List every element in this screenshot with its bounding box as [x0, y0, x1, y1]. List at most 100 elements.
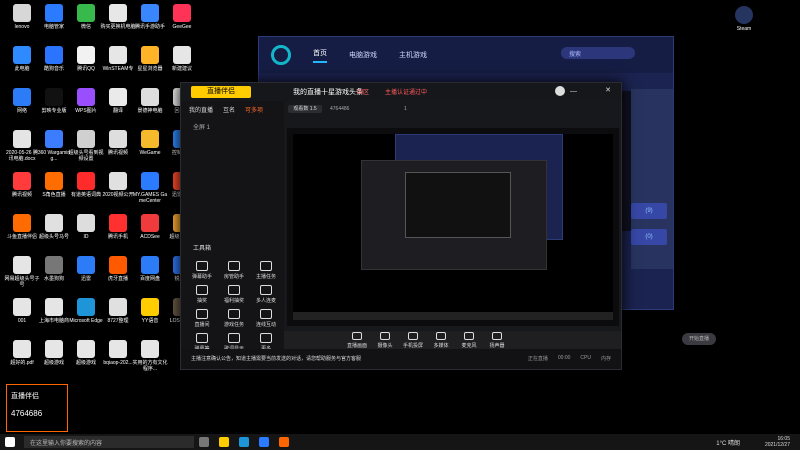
desktop-icon[interactable]: 网易超级头号子号 [4, 256, 40, 288]
desktop-icon[interactable]: 新建建议 [164, 46, 200, 72]
desktop-icon[interactable]: S角色直播 [36, 172, 72, 198]
desktop-icon[interactable]: 2020视频公开 [100, 172, 136, 198]
desktop-icon[interactable]: 虎牙直播 [100, 256, 136, 282]
desktop-icon[interactable]: 腾讯视频 [4, 172, 40, 198]
desktop-icon[interactable]: ACDSee [132, 214, 168, 240]
desktop-icon[interactable]: 微信 [68, 4, 104, 30]
desktop-icon[interactable]: 百度网盘 [132, 256, 168, 282]
tool-item[interactable]: 主播任务 [253, 261, 279, 280]
tab-home[interactable]: 首页 [313, 48, 327, 63]
go-live-button[interactable]: 开始直播 [682, 333, 716, 345]
tool-item[interactable]: 多人连麦 [253, 285, 279, 304]
tool-item[interactable]: 抽奖 [189, 285, 215, 304]
desktop-icon[interactable]: 超级头号马号 [36, 214, 72, 240]
desktop-icon[interactable]: ID [68, 214, 104, 240]
close-icon[interactable]: ✕ [605, 86, 611, 94]
file-explorer-icon[interactable] [219, 437, 229, 447]
control-icon [492, 332, 502, 340]
control-button[interactable]: 扬声器 [484, 332, 510, 349]
tool-icon [260, 261, 272, 271]
desktop-icon[interactable]: 超级游戏 [68, 340, 104, 366]
desktop-icon[interactable]: 360 Wargaming... [36, 130, 72, 162]
tool-item[interactable]: 连线互动 [253, 309, 279, 328]
sidebar-tab-2[interactable]: 可多项 [245, 105, 263, 114]
desktop-icon[interactable]: 星星浏览器 [132, 46, 168, 72]
desktop-icon-label: 虎牙直播 [107, 276, 128, 282]
control-button[interactable]: 摄像头 [372, 332, 398, 349]
side-badge-1[interactable]: (9) [631, 203, 667, 219]
app-icon [45, 130, 63, 148]
control-button[interactable]: 直播画面 [344, 332, 370, 349]
control-button[interactable]: 手机投屏 [400, 332, 426, 349]
tool-item[interactable]: 福利抽奖 [221, 285, 247, 304]
tool-item[interactable]: 直播间 [189, 309, 215, 328]
qq-icon[interactable] [259, 437, 269, 447]
desktop-icon[interactable]: 电脑管家 [36, 4, 72, 30]
tab-pc-games[interactable]: 电脑游戏 [349, 50, 377, 60]
desktop-icon[interactable]: 超好的.pdf [4, 340, 40, 366]
desktop-icon[interactable]: 8727整理 [100, 298, 136, 324]
desktop-icon-label: WinSTEAM专 [102, 66, 134, 72]
desktop-icon[interactable]: 腾讯手游助手 [132, 4, 168, 30]
desktop-icon[interactable]: WinSTEAM专 [100, 46, 136, 72]
sidebar-tab-1[interactable]: 互名 [223, 105, 235, 114]
desktop-icon[interactable]: 斗鱼直播伴侣 [4, 214, 40, 240]
desktop-icon[interactable]: 实用的方有文化程序... [132, 340, 168, 372]
desktop-icon-label: 电脑管家 [43, 24, 64, 30]
desktop-icon[interactable]: MY.GAMES GameCenter [132, 172, 168, 204]
app-icon [141, 130, 159, 148]
desktop-icon-label: Microsoft Edge [69, 318, 103, 324]
weather: 1°C 晴朗 [716, 438, 740, 447]
desktop-icon-label: 星星浏览器 [137, 66, 163, 72]
sidebar-tab-0[interactable]: 我的直播 [189, 105, 213, 114]
edge-icon[interactable] [239, 437, 249, 447]
tool-item[interactable]: 游戏任务 [221, 309, 247, 328]
desktop-icon[interactable]: 001 [4, 298, 40, 324]
desktop-icon[interactable]: 有道英语词典 [68, 172, 104, 198]
desktop-icon[interactable]: 酷狗音乐 [36, 46, 72, 72]
desktop-icon[interactable]: 腾讯手机 [100, 214, 136, 240]
desktop-icon[interactable]: 迅雷 [68, 256, 104, 282]
control-button[interactable]: 麦克风 [456, 332, 482, 349]
desktop-icon[interactable]: 购买更换机电脑 [100, 4, 136, 30]
desktop-icon[interactable]: lenovo [4, 4, 40, 30]
desktop-icon[interactable]: 剪映专业版 [36, 88, 72, 114]
background-window-search[interactable]: 搜索 [561, 47, 635, 59]
desktop-icon[interactable]: WPS图片 [68, 88, 104, 114]
desktop-icon[interactable]: WeGame [132, 130, 168, 156]
tool-item[interactable]: 房管助手 [221, 261, 247, 280]
desktop-icon[interactable]: 水墨狗狗 [36, 256, 72, 282]
streaming-app-icon[interactable] [279, 437, 289, 447]
search-box[interactable]: 在这里输入你要搜索的内容 [24, 436, 194, 448]
tab-console-games[interactable]: 主机游戏 [399, 50, 427, 60]
desktop-icon[interactable]: 超级游戏 [36, 340, 72, 366]
steam-icon [735, 6, 753, 24]
desktop-icon[interactable]: 翻译 [100, 88, 136, 114]
desktop-icon[interactable]: 2020-05-26 腾讯电脑.docx [4, 130, 40, 162]
desktop-icon[interactable]: 网络 [4, 88, 40, 114]
clock[interactable]: 16:05 2021/12/27 [765, 436, 790, 448]
desktop-icon-label: WeGame [139, 150, 161, 156]
windows-start-icon[interactable] [5, 437, 15, 447]
desktop-icon[interactable]: 腾讯视频 [100, 130, 136, 156]
desktop-icon[interactable]: 超级头号看到视频设置 [68, 130, 104, 162]
scene-label[interactable]: 全屏 1 [181, 118, 284, 135]
tool-item[interactable]: 弹幕助手 [189, 261, 215, 280]
control-button[interactable]: 多媒体 [428, 332, 454, 349]
desktop-icon[interactable]: 上海市电脑商 [36, 298, 72, 324]
desktop-icon[interactable]: 景德神电脑 [132, 88, 168, 114]
desktop-icon-label: lenovo [14, 24, 30, 30]
tool-icon [196, 285, 208, 295]
desktop-icon[interactable]: 腾讯QQ [68, 46, 104, 72]
steam-desktop-icon[interactable]: Steam [726, 6, 762, 32]
task-view-icon[interactable] [199, 437, 209, 447]
desktop-icon[interactable]: YY语音 [132, 298, 168, 324]
desktop-icon[interactable]: 此电脑 [4, 46, 40, 72]
desktop-icon[interactable]: Microsoft Edge [68, 298, 104, 324]
desktop-icon[interactable]: GeeGee [164, 4, 200, 30]
minimize-icon[interactable]: — [570, 88, 577, 95]
side-badge-2[interactable]: (0) [631, 229, 667, 245]
avatar[interactable] [555, 86, 565, 96]
desktop-icon[interactable]: bqiaop-202... [100, 340, 136, 366]
app-icon [77, 46, 95, 64]
